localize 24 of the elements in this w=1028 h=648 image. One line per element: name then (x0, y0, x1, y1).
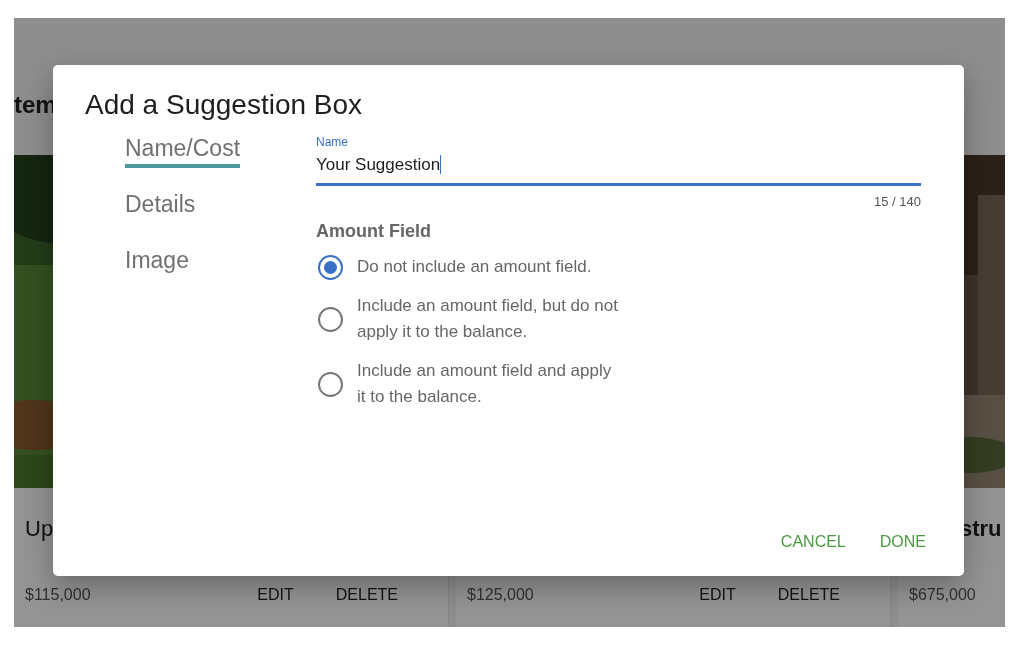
action-button[interactable]: EDIT (251, 582, 300, 608)
radio-label: Do not include an amount field. (357, 256, 592, 278)
nav-tab[interactable]: Name/Cost (125, 135, 241, 168)
card-title: Up (25, 516, 54, 542)
action-button[interactable]: DELETE (771, 582, 846, 608)
nav-tab[interactable]: Details (125, 191, 196, 224)
action-button[interactable]: DELETE (329, 582, 404, 608)
price: $675,000 (909, 586, 976, 604)
radio-button[interactable] (318, 371, 343, 397)
nav-tab[interactable]: Image (125, 247, 189, 280)
radio-label: Include an amount field and apply it to the balance. (357, 360, 613, 408)
radio-button[interactable] (318, 254, 343, 280)
radio-label: Include an amount field, but do not apply it to the balance. (357, 295, 619, 343)
radio-button[interactable] (318, 306, 343, 332)
dialog-title: Add a Suggestion Box (85, 89, 363, 121)
input-field[interactable]: Your Suggestion (316, 149, 921, 186)
dialog-button[interactable]: DONE (869, 523, 936, 561)
character-counter: 15 / 140 (874, 194, 921, 209)
section-heading: Amount Field (316, 221, 431, 242)
field-label: Name (316, 135, 348, 149)
dialog-button[interactable]: CANCEL (770, 523, 856, 561)
action-button[interactable]: EDIT (693, 582, 742, 608)
price: $125,000 (467, 586, 534, 604)
price: $115,000 (25, 586, 91, 604)
